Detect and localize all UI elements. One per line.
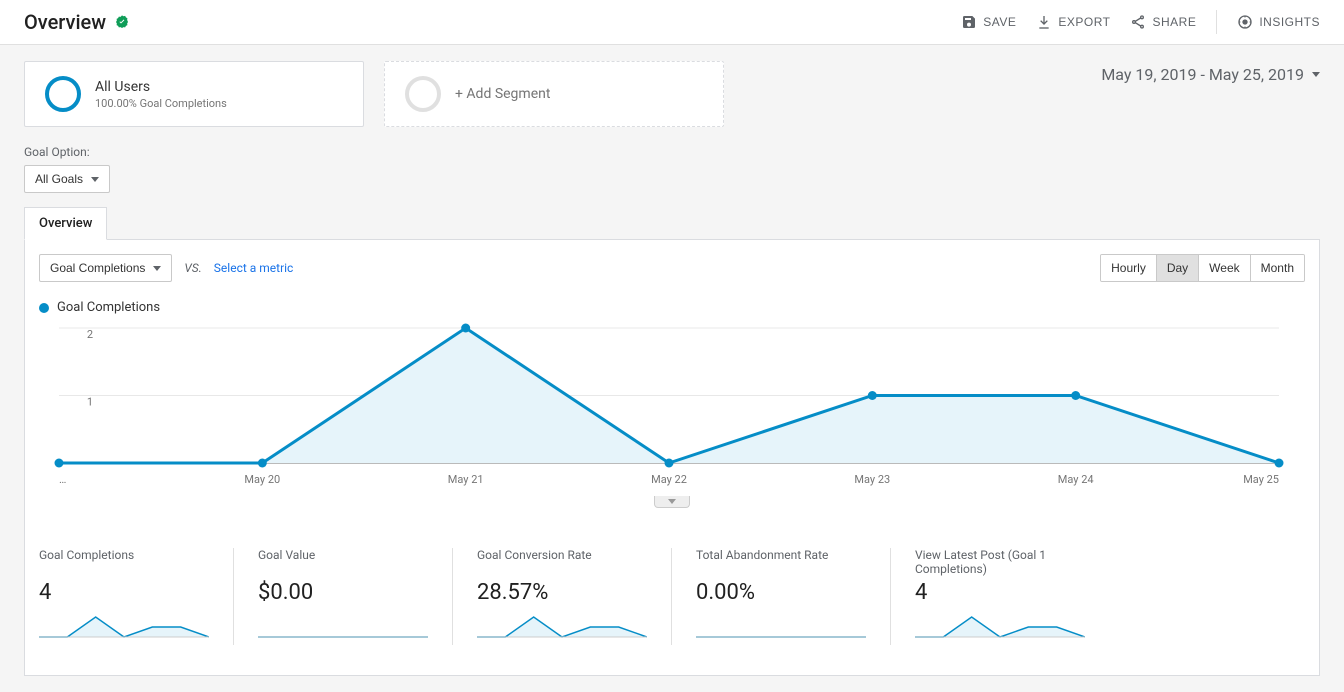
chevron-down-icon (668, 499, 676, 504)
granularity-day[interactable]: Day (1157, 255, 1199, 281)
sparkline (915, 613, 1085, 641)
summary-metrics: Goal Completions 4 Goal Value $0.00 Goal Con… (39, 548, 1305, 645)
svg-text:May 25: May 25 (1243, 473, 1279, 486)
chart-resize-handle[interactable] (654, 496, 690, 508)
date-range-text: May 19, 2019 - May 25, 2019 (1101, 65, 1304, 84)
save-icon (961, 14, 977, 30)
share-icon (1130, 14, 1146, 30)
tab-content: Goal Completions VS. Select a metric Hou… (24, 240, 1320, 676)
insights-icon (1237, 14, 1253, 30)
save-button[interactable]: SAVE (961, 14, 1016, 30)
goal-option-value: All Goals (35, 172, 83, 186)
metric-value: 0.00% (696, 580, 866, 605)
metric-selector-row: Goal Completions VS. Select a metric Hou… (35, 254, 1309, 282)
metric-card: Goal Conversion Rate 28.57% (453, 548, 672, 645)
metric-label: Goal Conversion Rate (477, 548, 647, 576)
export-button[interactable]: EXPORT (1036, 14, 1110, 30)
granularity-month[interactable]: Month (1251, 255, 1304, 281)
select-metric-link[interactable]: Select a metric (214, 261, 294, 275)
metric-card: Goal Value $0.00 (234, 548, 453, 645)
main-chart[interactable]: 1 2 … May 20 May 21 May 22 May 23 May 24 May 25 (35, 323, 1309, 508)
add-segment-button[interactable]: + Add Segment (384, 61, 724, 127)
svg-text:1: 1 (87, 396, 93, 409)
export-label: EXPORT (1058, 15, 1110, 29)
header-actions: SAVE EXPORT SHARE INSIGHTS (961, 10, 1320, 34)
metric-value: 28.57% (477, 580, 647, 605)
metric-card: View Latest Post (Goal 1 Completions) 4 (891, 548, 1109, 645)
vs-label: VS. (184, 261, 201, 275)
legend-dot-icon (39, 303, 49, 313)
page-title: Overview (24, 10, 106, 34)
svg-text:May 22: May 22 (651, 473, 687, 486)
insights-button[interactable]: INSIGHTS (1237, 14, 1320, 30)
sparkline (258, 613, 428, 641)
segment-text: All Users 100.00% Goal Completions (95, 79, 227, 110)
header-title-wrap: Overview (24, 10, 130, 34)
chevron-down-icon (153, 266, 161, 271)
divider (1216, 10, 1217, 34)
sparkline (696, 613, 866, 641)
segment-title: All Users (95, 79, 227, 95)
metric-label: Total Abandonment Rate (696, 548, 866, 576)
granularity-week[interactable]: Week (1199, 255, 1250, 281)
metric-value: $0.00 (258, 580, 428, 605)
date-range-picker[interactable]: May 19, 2019 - May 25, 2019 (1101, 61, 1320, 84)
svg-text:…: … (59, 473, 66, 486)
metric-value: 4 (39, 580, 209, 605)
goal-option-label: Goal Option: (24, 145, 1320, 159)
add-segment-circle-icon (405, 76, 441, 112)
add-segment-text: + Add Segment (455, 86, 550, 102)
content: All Users 100.00% Goal Completions + Add… (0, 45, 1344, 692)
metric-label: Goal Completions (39, 548, 209, 576)
sparkline (477, 613, 647, 641)
tab-overview[interactable]: Overview (24, 207, 107, 240)
segment-subtitle: 100.00% Goal Completions (95, 97, 227, 110)
segments-row: All Users 100.00% Goal Completions + Add… (24, 61, 1320, 127)
share-button[interactable]: SHARE (1130, 14, 1196, 30)
svg-text:2: 2 (87, 328, 93, 341)
chart-legend-label: Goal Completions (57, 300, 160, 315)
export-icon (1036, 14, 1052, 30)
svg-text:May 21: May 21 (448, 473, 484, 486)
save-label: SAVE (983, 15, 1016, 29)
granularity-hourly[interactable]: Hourly (1101, 255, 1157, 281)
chevron-down-icon (91, 177, 99, 182)
metric-card: Goal Completions 4 (39, 548, 234, 645)
verified-badge-icon (114, 14, 130, 30)
granularity-toggle: HourlyDayWeekMonth (1100, 254, 1305, 282)
segment-circle-icon (45, 76, 81, 112)
metric-label: View Latest Post (Goal 1 Completions) (915, 548, 1085, 576)
chart-legend: Goal Completions (39, 300, 1309, 315)
goal-option-block: Goal Option: All Goals (24, 145, 1320, 193)
svg-text:May 23: May 23 (854, 473, 890, 486)
share-label: SHARE (1152, 15, 1196, 29)
insights-label: INSIGHTS (1259, 15, 1320, 29)
svg-text:May 24: May 24 (1058, 473, 1094, 486)
sparkline (39, 613, 209, 641)
metric-value: 4 (915, 580, 1085, 605)
metric-card: Total Abandonment Rate 0.00% (672, 548, 891, 645)
segment-all-users[interactable]: All Users 100.00% Goal Completions (24, 61, 364, 127)
tabs: Overview (24, 207, 1320, 240)
chevron-down-icon (1312, 72, 1320, 77)
primary-metric-select[interactable]: Goal Completions (39, 254, 172, 282)
segments-left: All Users 100.00% Goal Completions + Add… (24, 61, 724, 127)
metric-label: Goal Value (258, 548, 428, 576)
svg-text:May 20: May 20 (244, 473, 280, 486)
primary-metric-value: Goal Completions (50, 261, 145, 275)
add-segment-label: + Add Segment (455, 86, 550, 102)
line-chart-svg: 1 2 … May 20 May 21 May 22 May 23 May 24 May 25 (39, 323, 1289, 493)
page-header: Overview SAVE EXPORT SHARE INSIGHTS (0, 0, 1344, 45)
goal-option-select[interactable]: All Goals (24, 165, 110, 193)
